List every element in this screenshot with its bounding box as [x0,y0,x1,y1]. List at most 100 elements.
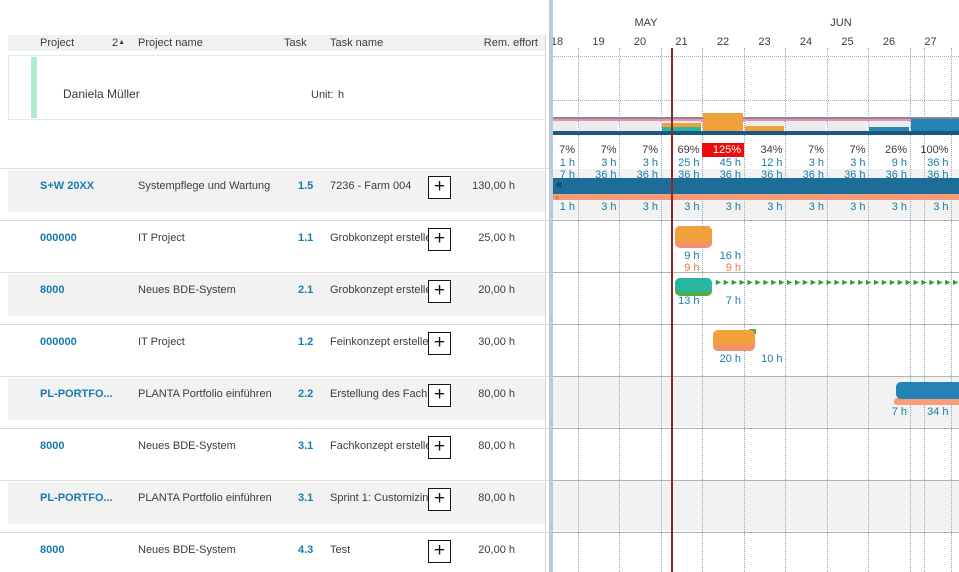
project-id-link[interactable]: 000000 [40,232,77,245]
table-row[interactable]: PL-PORTFO... PLANTA Portfolio einführen … [0,376,553,428]
project-name: Systempflege und Wartung [138,180,270,193]
col-header-task[interactable]: Task [284,37,307,49]
table-row[interactable]: PL-PORTFO... PLANTA Portfolio einführen … [0,480,553,532]
scale-guide-line [553,56,959,57]
task-number-link[interactable]: 3.1 [298,440,313,453]
sort-indicator[interactable]: 2▲ [112,37,125,49]
task-number-link[interactable]: 3.1 [298,492,313,505]
task-effort: 3 h [870,201,907,214]
task-effort: 34 h [912,406,949,419]
month-label: JUN [811,17,871,29]
col-header-rem-effort[interactable]: Rem. effort [440,37,538,49]
table-row[interactable]: 8000 Neues BDE-System 3.1 Fachkonzept er… [0,428,553,480]
col-header-project[interactable]: Project [40,37,74,49]
task-name: Grobkonzept erstellen [330,232,438,245]
unit-label: Unit: [311,89,334,102]
utilization-percent: 7% [553,144,575,157]
table-row[interactable]: 8000 Neues BDE-System 2.1 Grobkonzept er… [0,272,553,324]
table-row[interactable]: S+W 20XX Systempflege und Wartung 1.5 72… [0,168,553,220]
task-number-link[interactable]: 4.3 [298,544,313,557]
project-id-link[interactable]: 8000 [40,284,64,297]
pane-divider [545,35,546,572]
task-name: Sprint 1: Customizing [330,492,435,505]
gantt-bar-task1[interactable] [553,178,959,194]
week-header[interactable]: 27 [910,36,952,48]
utilization-percent: 34% [746,144,783,157]
project-id-link[interactable]: 8000 [40,440,64,453]
project-id-link[interactable]: PL-PORTFO... [40,492,113,505]
table-header: Project 2▲ Project name Task Task name R… [8,35,545,51]
week-header[interactable]: 19 [578,36,620,48]
table-row[interactable]: 8000 Neues BDE-System 4.3 Test + 20,00 h [0,532,553,572]
gantt-row-separator [553,272,959,273]
resource-gantt-view: Project 2▲ Project name Task Task name R… [0,0,959,572]
week-header[interactable]: 25 [827,36,869,48]
task-effort: 3 h [912,201,949,214]
col-header-project-name[interactable]: Project name [138,37,203,49]
task-effort: 7 h [704,295,741,308]
utilization-percent: 69% [663,144,700,157]
utilization-percent: 26% [870,144,907,157]
week-header[interactable]: 21 [661,36,703,48]
gantt-bar-task3[interactable] [675,278,712,292]
gantt-row-separator [553,428,959,429]
project-name: Neues BDE-System [138,284,236,297]
project-id-link[interactable]: S+W 20XX [40,180,94,193]
project-name: IT Project [138,232,185,245]
project-id-link[interactable]: 8000 [40,544,64,557]
task-actual-effort: 9 h [704,262,741,275]
gantt-bar-task5[interactable] [896,382,959,399]
week-header[interactable]: 24 [785,36,827,48]
task-effort: 7 h [870,406,907,419]
task-name: Test [330,544,350,557]
task-number-link[interactable]: 1.1 [298,232,313,245]
utilization-percent: 7% [621,144,658,157]
gantt-row-shade [553,481,959,531]
gantt-row-separator [553,480,959,481]
task-effort: 3 h [787,201,824,214]
task-name: Fachkonzept erstellen [330,440,438,453]
gantt-row-separator [553,220,959,221]
task-effort: 3 h [621,201,658,214]
week-header[interactable]: 22 [702,36,744,48]
rem-effort-value: 80,00 h [430,440,515,453]
gantt-bar-task4[interactable] [713,330,755,345]
unit-value: h [338,89,344,102]
task-effort: 13 h [663,295,700,308]
col-header-task-name[interactable]: Task name [330,37,383,49]
project-name: Neues BDE-System [138,440,236,453]
project-id-link[interactable]: 000000 [40,336,77,349]
task-number-link[interactable]: 2.2 [298,388,313,401]
rem-effort-value: 25,00 h [430,232,515,245]
task-name: Grobkonzept erstellen [330,284,438,297]
today-line [671,48,673,572]
task-name: Feinkonzept erstellen [330,336,435,349]
table-row[interactable]: 000000 IT Project 1.1 Grobkonzept erstel… [0,220,553,272]
rem-effort-value: 130,00 h [430,180,515,193]
resource-color-bar [31,57,37,118]
gantt-row-separator [553,324,959,325]
rem-effort-value: 80,00 h [430,492,515,505]
week-header[interactable]: 20 [619,36,661,48]
gantt-bar-task5-base [894,398,959,405]
sort-asc-icon: ▲ [118,39,125,46]
table-row[interactable]: 000000 IT Project 1.2 Feinkonzept erstel… [0,324,553,376]
utilization-percent-overload: 125% [704,144,741,157]
project-id-link[interactable]: PL-PORTFO... [40,388,113,401]
task-number-link[interactable]: 1.5 [298,180,313,193]
bar-start-marker-icon: « [556,179,562,191]
resource-panel[interactable]: Daniela Müller Unit: h [8,55,546,120]
utilization-percent: 7% [580,144,617,157]
week-header[interactable]: 23 [744,36,786,48]
scale-guide-line [553,100,959,101]
task-name: Erstellung des Fachkonz... [330,388,429,401]
rem-effort-value: 20,00 h [430,544,515,557]
task-effort: 1 h [553,201,575,214]
week-header[interactable]: 18 [553,36,578,48]
task-number-link[interactable]: 1.2 [298,336,313,349]
gantt-bar-task2[interactable] [675,226,712,242]
task-number-link[interactable]: 2.1 [298,284,313,297]
dependency-chain-icon: ►►►►►►►►►►►►►►►►►►►►►►►►►►►►►►►►►►►►►►►►… [714,277,959,288]
resource-name: Daniela Müller [63,88,140,101]
week-header[interactable]: 26 [868,36,910,48]
